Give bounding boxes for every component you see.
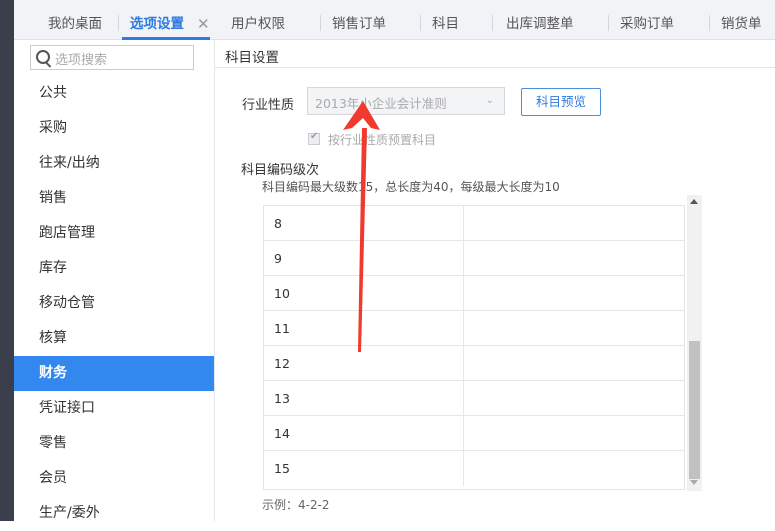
search-placeholder: 选项搜索 [55, 53, 108, 68]
preset-accounts-label: 按行业性质预置科目 [328, 133, 437, 147]
tab-user-permissions[interactable]: 用户权限 [231, 0, 285, 40]
tab-separator [420, 15, 421, 31]
code-level-title: 科目编码级次 [241, 163, 320, 178]
column-divider [463, 241, 464, 276]
tab-accounts[interactable]: 科目 [432, 0, 459, 40]
column-divider [463, 381, 464, 416]
industry-select[interactable]: 2013年小企业会计准则 ⌄ [307, 87, 505, 115]
tab-options-settings[interactable]: 选项设置 [122, 0, 210, 40]
tab-separator [709, 15, 710, 31]
code-level-table: 8 9 10 11 12 13 14 15 [263, 205, 685, 490]
table-row[interactable]: 8 [264, 206, 684, 241]
options-search-input[interactable]: 选项搜索 [30, 45, 194, 70]
sidebar-item-finance[interactable]: 财务 [14, 356, 214, 391]
tab-sales-slip[interactable]: 销货单 [721, 0, 762, 40]
level-cell: 12 [274, 356, 290, 371]
sidebar-item-inventory[interactable]: 库存 [14, 251, 214, 286]
column-divider [463, 276, 464, 311]
search-icon [36, 50, 50, 64]
column-divider [463, 346, 464, 381]
industry-label: 行业性质 [242, 98, 295, 113]
sidebar-item-member[interactable]: 会员 [14, 461, 214, 496]
tab-sales-order[interactable]: 销售订单 [332, 0, 386, 40]
settings-panel: 科目设置 行业性质 2013年小企业会计准则 ⌄ 科目预览 ✔ 按行业性质预置科… [215, 40, 775, 521]
table-row[interactable]: 11 [264, 310, 684, 346]
table-row[interactable]: 9 [264, 240, 684, 276]
level-cell: 11 [274, 321, 290, 336]
column-divider [463, 451, 464, 486]
tab-purchase-order[interactable]: 采购订单 [620, 0, 674, 40]
account-preview-button[interactable]: 科目预览 [521, 88, 601, 116]
code-level-description: 科目编码最大级数15，总长度为40，每级最大长度为10 [262, 180, 560, 194]
level-cell: 14 [274, 426, 290, 441]
tab-bar: 我的桌面 选项设置 ✕ 用户权限 销售订单 科目 出库调整单 采购订单 销货单 [14, 0, 775, 40]
column-divider [463, 311, 464, 346]
sidebar-item-purchase[interactable]: 采购 [14, 111, 214, 146]
divider [215, 67, 775, 68]
chevron-down-icon: ⌄ [485, 95, 494, 106]
level-cell: 8 [274, 216, 282, 231]
sidebar-item-production[interactable]: 生产/委外 [14, 496, 214, 531]
tab-my-desktop[interactable]: 我的桌面 [48, 0, 102, 40]
scroll-down-icon[interactable] [690, 480, 698, 485]
sidebar-item-accounts-cashier[interactable]: 往来/出纳 [14, 146, 214, 181]
column-divider [463, 206, 464, 241]
sidebar-item-public[interactable]: 公共 [14, 76, 214, 111]
section-title: 科目设置 [225, 50, 279, 66]
tab-outbound-adjustment[interactable]: 出库调整单 [506, 0, 574, 40]
level-cell: 10 [274, 286, 290, 301]
tab-separator [608, 15, 609, 31]
table-row[interactable]: 14 [264, 415, 684, 451]
level-cell: 13 [274, 391, 290, 406]
sidebar-item-voucher-interface[interactable]: 凭证接口 [14, 391, 214, 426]
table-row[interactable]: 13 [264, 380, 684, 416]
sidebar-item-store-visit[interactable]: 跑店管理 [14, 216, 214, 251]
code-example: 示例：4-2-2 [262, 498, 330, 512]
table-row[interactable]: 10 [264, 275, 684, 311]
sidebar-item-costing[interactable]: 核算 [14, 321, 214, 356]
sidebar-item-mobile-warehouse[interactable]: 移动仓管 [14, 286, 214, 321]
table-row[interactable]: 12 [264, 345, 684, 381]
tab-separator [492, 15, 493, 31]
sidebar-item-sales[interactable]: 销售 [14, 181, 214, 216]
preset-accounts-checkbox[interactable]: ✔ [308, 131, 320, 145]
column-divider [463, 416, 464, 451]
options-sidebar: 选项搜索 公共 采购 往来/出纳 销售 跑店管理 库存 移动仓管 核算 财务 凭… [14, 40, 215, 521]
level-cell: 15 [274, 461, 290, 476]
scrollbar-thumb[interactable] [689, 341, 700, 479]
scroll-up-icon[interactable] [690, 199, 698, 204]
left-nav-strip [0, 0, 14, 521]
industry-select-value: 2013年小企业会计准则 [315, 96, 447, 111]
tab-separator [118, 15, 119, 31]
tab-separator [320, 15, 321, 31]
sidebar-item-retail[interactable]: 零售 [14, 426, 214, 461]
level-cell: 9 [274, 251, 282, 266]
table-row[interactable]: 15 [264, 450, 684, 486]
table-scrollbar[interactable] [687, 195, 702, 491]
checkmark-icon: ✔ [310, 131, 319, 142]
